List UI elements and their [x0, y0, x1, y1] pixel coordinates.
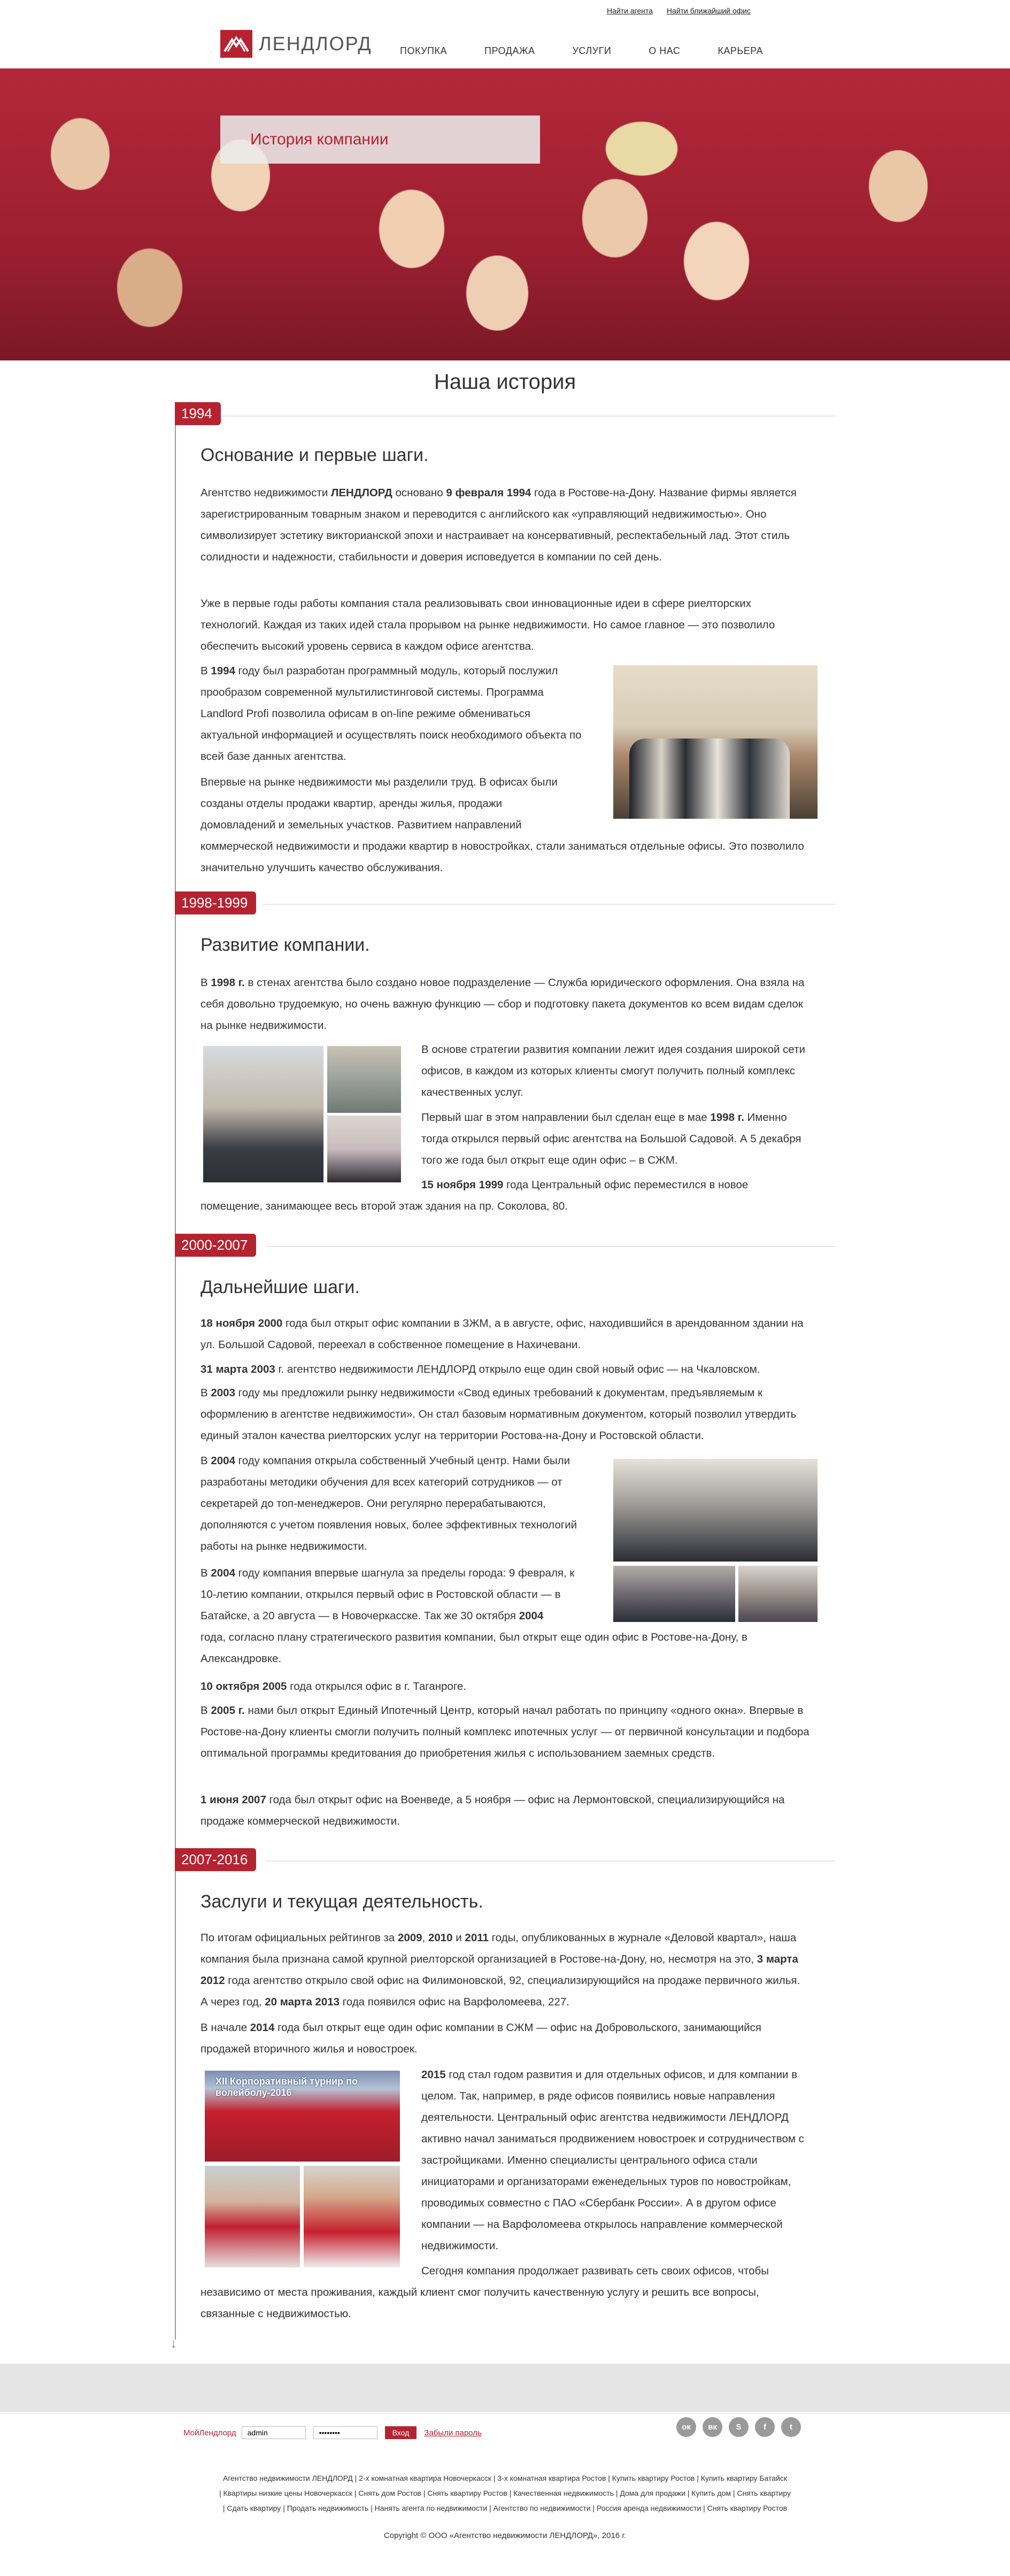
- training-center-photo: [613, 1459, 818, 1562]
- facebook-icon[interactable]: f: [755, 2417, 775, 2437]
- login-form: МойЛендлорд Вход Забыли пароль: [183, 2426, 482, 2439]
- login-label: МойЛендлорд: [183, 2428, 236, 2437]
- section-heading: Развитие компании.: [201, 935, 370, 955]
- team-photo: [205, 2166, 300, 2267]
- paragraph: По итогам официальных рейтингов за 2009,…: [201, 1932, 800, 2008]
- paragraph: 10 октября 2005 года открылся офис в г. …: [201, 1680, 466, 1693]
- timeline-arrow-icon: ↓: [170, 2335, 177, 2351]
- team-photo: [203, 1046, 323, 1182]
- login-input[interactable]: [241, 2426, 306, 2439]
- year-badge-1998-1999: 1998-1999: [175, 891, 257, 914]
- copyright: Copyright © ООО «Агентство недвижимости …: [383, 2531, 627, 2540]
- paragraph: Уже в первые годы работы компания стала …: [201, 597, 775, 652]
- section-heading: Основание и первые шаги.: [201, 445, 429, 465]
- paragraph: В 2003 году мы предложили рынку недвижим…: [201, 1387, 797, 1442]
- nav-item-sell[interactable]: ПРОДАЖА: [484, 45, 535, 57]
- section-heading: Дальнейшие шаги.: [201, 1277, 360, 1297]
- year-badge-1994: 1994: [175, 402, 221, 425]
- paragraph: 15 ноября 1999 года Центральный офис пер…: [201, 1179, 749, 1212]
- page-title: Наша история: [434, 370, 576, 394]
- hero-title: История компании: [250, 130, 389, 148]
- photo-caption: XII Корпоративный турнир по волейболу-20…: [215, 2076, 358, 2098]
- nav-item-career[interactable]: КАРЬЕРА: [718, 45, 763, 57]
- paragraph: В начале 2014 года был открыт еще один о…: [201, 2021, 761, 2055]
- social-links: ок вк S f t: [676, 2417, 801, 2437]
- main-nav: ПОКУПКА ПРОДАЖА УСЛУГИ О НАС КАРЬЕРА: [400, 45, 800, 57]
- divider: [180, 416, 835, 417]
- logo-text: ЛЕНДЛОРД: [259, 33, 372, 55]
- paragraph: Впервые на рынке недвижимости мы раздели…: [201, 776, 804, 874]
- logo-mark-icon: [220, 30, 252, 58]
- paragraph: Первый шаг в этом направлении был сделан…: [421, 1111, 801, 1166]
- site-header: Найти агента Найти ближайший офис ЛЕНДЛО…: [0, 0, 1010, 68]
- paragraph: В 2004 году компания открыла собственный…: [201, 1455, 577, 1552]
- paragraph: 2015 год стал годом развития и для отдел…: [421, 2069, 804, 2252]
- paragraph: 1 июня 2007 года был открыт офис на Воен…: [201, 1794, 785, 1827]
- nav-item-buy[interactable]: ПОКУПКА: [400, 45, 447, 57]
- paragraph: В 2004 году компания впервые шагнула за …: [201, 1567, 747, 1665]
- footer-links-line[interactable]: Агентство недвижимости ЛЕНДЛОРД | 2-х ко…: [0, 2471, 1010, 2486]
- volleyball-tournament-photo: XII Корпоративный турнир по волейболу-20…: [205, 2071, 400, 2162]
- top-links: Найти агента Найти ближайший офис: [607, 6, 751, 15]
- password-input[interactable]: [313, 2426, 377, 2439]
- year-badge-2000-2007: 2000-2007: [175, 1234, 257, 1257]
- forgot-password-link[interactable]: Забыли пароль: [424, 2428, 481, 2437]
- logo[interactable]: ЛЕНДЛОРД: [220, 30, 372, 58]
- paragraph: 31 марта 2003 г. агентство недвижимости …: [201, 1363, 760, 1375]
- divider: [265, 1860, 835, 1862]
- vk-icon[interactable]: вк: [703, 2417, 722, 2437]
- twitter-icon[interactable]: t: [781, 2417, 801, 2437]
- login-button[interactable]: Вход: [384, 2426, 417, 2439]
- paragraph: В 2005 г. нами был открыт Единый Ипотечн…: [201, 1704, 809, 1759]
- footer-links-line[interactable]: | Квартиры низкие цены Новочеркасск | Сн…: [0, 2486, 1010, 2501]
- team-photo: [327, 1116, 401, 1182]
- footer-links-line[interactable]: | Сдать квартиру | Продать недвижимость …: [0, 2501, 1010, 2516]
- paragraph: В 1994 году был разработан программный м…: [201, 665, 582, 763]
- divider: [263, 904, 835, 905]
- nav-item-services[interactable]: УСЛУГИ: [572, 45, 611, 57]
- footer-links: Агентство недвижимости ЛЕНДЛОРД | 2-х ко…: [0, 2471, 1010, 2516]
- paragraph: В 1998 г. в стенах агентства было создан…: [201, 976, 805, 1032]
- hero-title-panel: История компании: [220, 116, 540, 164]
- paragraph: В основе стратегии развития компании леж…: [421, 1043, 805, 1098]
- ok-icon[interactable]: ок: [676, 2417, 696, 2437]
- timeline-line: [175, 417, 176, 2340]
- skype-icon[interactable]: S: [729, 2417, 749, 2437]
- paragraph: Агентство недвижимости ЛЕНДЛОРД основано…: [201, 487, 797, 563]
- paragraph: 18 ноября 2000 года был открыт офис комп…: [201, 1317, 804, 1351]
- section-heading: Заслуги и текущая деятельность.: [201, 1891, 483, 1912]
- footer-band: [0, 2364, 1010, 2412]
- year-badge-2007-2016: 2007-2016: [175, 1848, 257, 1871]
- paragraph: Сегодня компания продолжает развивать се…: [201, 2265, 769, 2320]
- team-photo: [304, 2166, 400, 2267]
- team-photo: [327, 1046, 401, 1113]
- nav-item-about[interactable]: О НАС: [649, 45, 680, 57]
- divider: [266, 1246, 835, 1247]
- hero-team-photo: [0, 68, 1010, 360]
- find-agent-link[interactable]: Найти агента: [607, 6, 653, 15]
- hero-banner: История компании: [0, 68, 1010, 360]
- find-office-link[interactable]: Найти ближайший офис: [667, 6, 751, 15]
